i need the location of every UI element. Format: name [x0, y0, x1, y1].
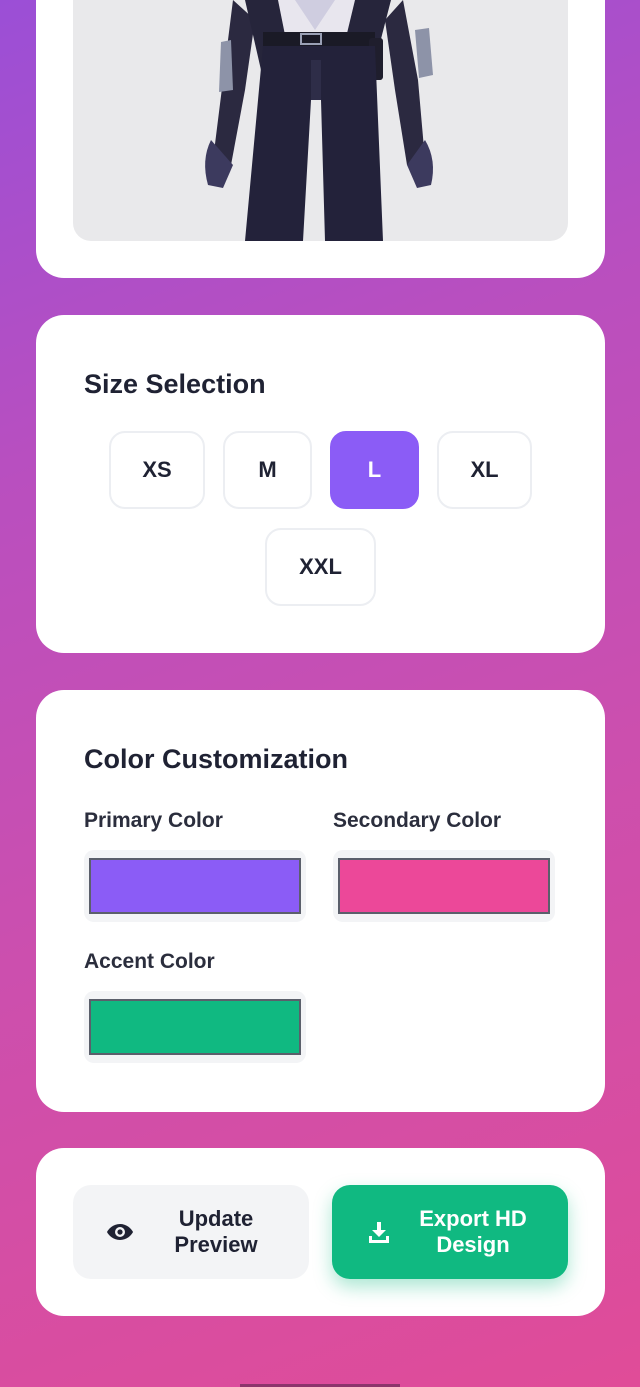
update-preview-label-line2: Preview [174, 1232, 258, 1257]
primary-color-swatch[interactable] [89, 858, 301, 914]
export-hd-design-button[interactable]: Export HD Design [332, 1185, 568, 1279]
size-button-xl[interactable]: XL [437, 431, 532, 509]
size-selection-card: Size Selection XS M L XL XXL [36, 315, 605, 653]
download-icon [367, 1220, 391, 1244]
export-label-line1: Export HD [419, 1206, 527, 1231]
action-card: Update Preview Export HD Design [36, 1148, 605, 1316]
primary-color-label: Primary Color [84, 809, 223, 832]
size-button-l[interactable]: L [330, 431, 419, 509]
secondary-color-picker[interactable] [333, 850, 555, 922]
secondary-color-label: Secondary Color [333, 809, 502, 832]
accent-color-label: Accent Color [84, 950, 215, 973]
size-button-xxl[interactable]: XXL [265, 528, 376, 606]
update-preview-label: Update Preview [156, 1206, 276, 1258]
size-button-m[interactable]: M [223, 431, 312, 509]
character-illustration [205, 0, 433, 241]
export-label-line2: Design [436, 1232, 510, 1257]
size-button-xs[interactable]: XS [109, 431, 205, 509]
color-customization-card: Color Customization Primary Color Second… [36, 690, 605, 1112]
update-preview-label-line1: Update [178, 1206, 254, 1231]
export-hd-design-label: Export HD Design [413, 1206, 533, 1258]
eye-icon [106, 1222, 134, 1242]
character-preview-area [73, 0, 568, 241]
preview-card [36, 0, 605, 278]
color-customization-title: Color Customization [84, 744, 348, 774]
accent-color-picker[interactable] [84, 991, 306, 1063]
primary-color-picker[interactable] [84, 850, 306, 922]
accent-color-swatch[interactable] [89, 999, 301, 1055]
size-selection-title: Size Selection [84, 369, 266, 399]
secondary-color-swatch[interactable] [338, 858, 550, 914]
update-preview-button[interactable]: Update Preview [73, 1185, 309, 1279]
